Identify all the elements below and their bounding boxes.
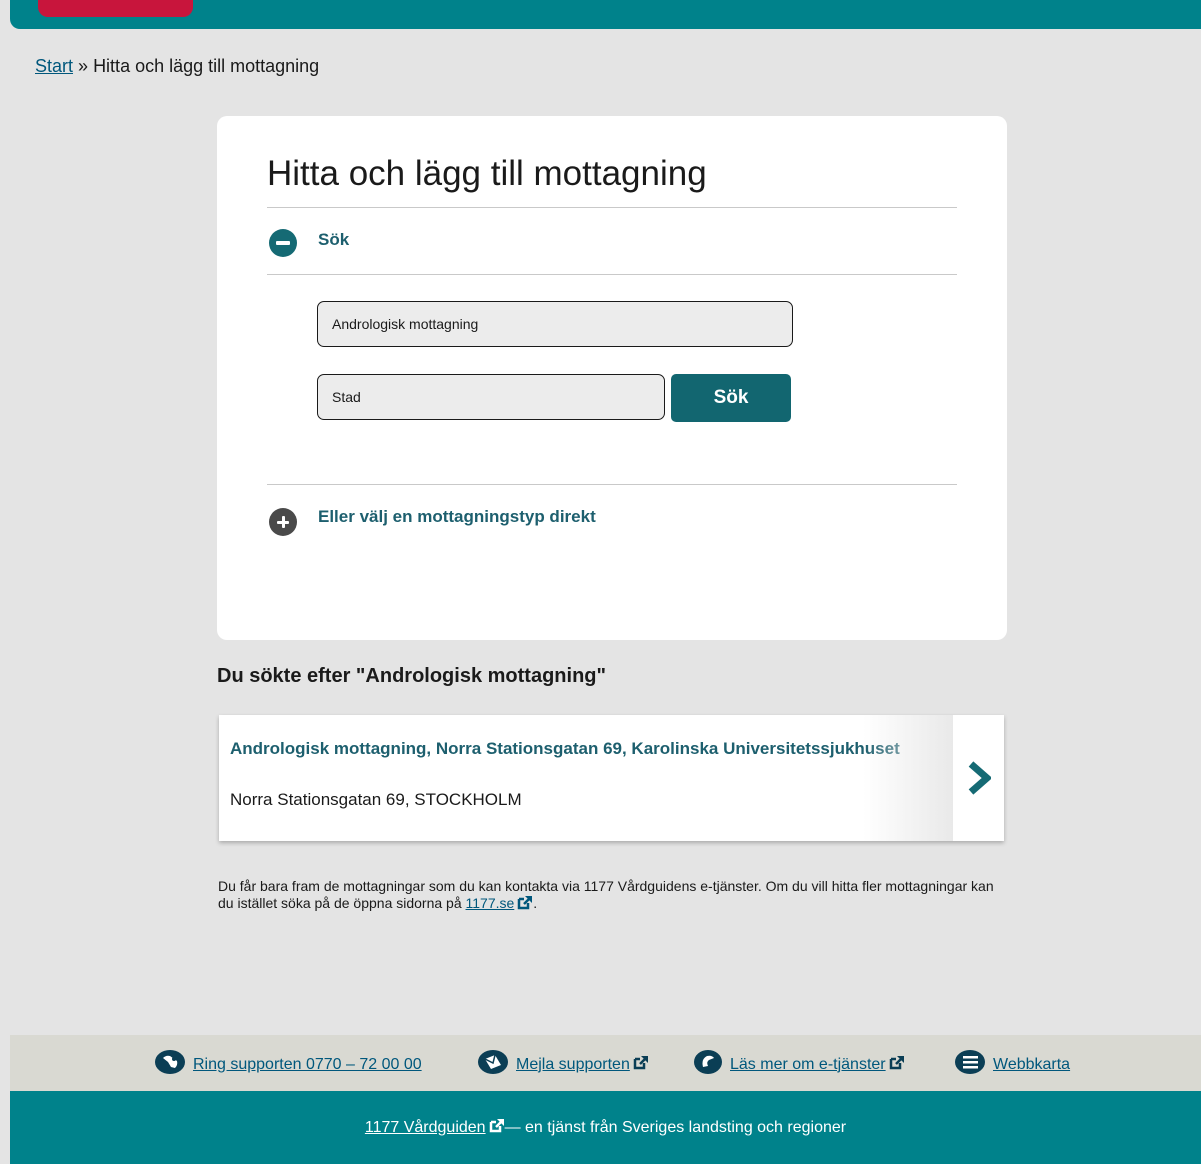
breadcrumb: Start » Hitta och lägg till mottagning (35, 56, 319, 77)
breadcrumb-current: Hitta och lägg till mottagning (93, 56, 320, 76)
breadcrumb-start-link[interactable]: Start (35, 56, 73, 76)
page-title: Hitta och lägg till mottagning (267, 154, 707, 193)
breadcrumb-separator: » (78, 56, 89, 76)
expand-plus-icon[interactable] (269, 508, 297, 536)
clinic-type-section-toggle[interactable]: Eller välj en mottagningstyp direkt (318, 507, 596, 527)
email-icon (477, 1049, 509, 1080)
result-address: Norra Stationsgatan 69, STOCKHOLM (230, 790, 522, 809)
city-input[interactable]: Stad (317, 374, 665, 420)
external-link-icon (517, 895, 533, 914)
divider (267, 484, 957, 485)
result-title[interactable]: Andrologisk mottagning, Norra Stationsga… (230, 737, 930, 761)
footer-eservices-label[interactable]: Läs mer om e-tjänster (730, 1056, 886, 1074)
external-link-icon (489, 1118, 505, 1138)
footer-sitemap-link[interactable]: Webbkarta (954, 1049, 1070, 1080)
chevron-right-icon[interactable] (953, 715, 1004, 841)
results-heading: Du sökte efter "Andrologisk mottagning" (217, 665, 606, 687)
logo-tab[interactable] (38, 0, 193, 17)
find-clinic-card: Hitta och lägg till mottagning Sök Andro… (217, 116, 1007, 640)
collapse-minus-icon[interactable] (269, 229, 297, 257)
divider (267, 274, 957, 275)
note-suffix: . (533, 895, 538, 911)
note-text: Du får bara fram de mottagningar som du … (218, 878, 994, 911)
footer-phone-label[interactable]: Ring supporten 0770 – 72 00 00 (193, 1056, 422, 1074)
divider (267, 207, 957, 208)
footer-email-link[interactable]: Mejla supporten (477, 1049, 649, 1080)
footer-phone-link[interactable]: Ring supporten 0770 – 72 00 00 (154, 1049, 422, 1080)
footer-links: Ring supporten 0770 – 72 00 00 Mejla sup… (10, 1035, 1201, 1091)
footer-1177-link[interactable]: 1177 Vårdguiden (365, 1119, 486, 1137)
result-item[interactable]: Andrologisk mottagning, Norra Stationsga… (219, 715, 1004, 841)
info-note: Du får bara fram de mottagningar som du … (218, 878, 1008, 914)
1177-link[interactable]: 1177.se (466, 895, 515, 911)
external-link-icon (889, 1055, 905, 1075)
external-link-icon (633, 1055, 649, 1075)
phone-icon (154, 1049, 186, 1080)
result-fade (863, 715, 953, 841)
top-bar (10, 0, 1201, 29)
clinic-search-input[interactable]: Andrologisk mottagning (317, 301, 793, 347)
sitemap-icon (954, 1049, 986, 1080)
footer-sitemap-label[interactable]: Webbkarta (993, 1056, 1070, 1074)
info-icon (693, 1049, 723, 1080)
search-button[interactable]: Sök (671, 374, 791, 422)
footer-email-label[interactable]: Mejla supporten (516, 1056, 630, 1074)
footer-bottom: 1177 Vårdguiden — en tjänst från Sverige… (10, 1091, 1201, 1164)
search-section-toggle[interactable]: Sök (318, 230, 349, 250)
footer-tagline: — en tjänst från Sveriges landsting och … (504, 1118, 847, 1136)
footer-eservices-link[interactable]: Läs mer om e-tjänster (693, 1049, 905, 1080)
